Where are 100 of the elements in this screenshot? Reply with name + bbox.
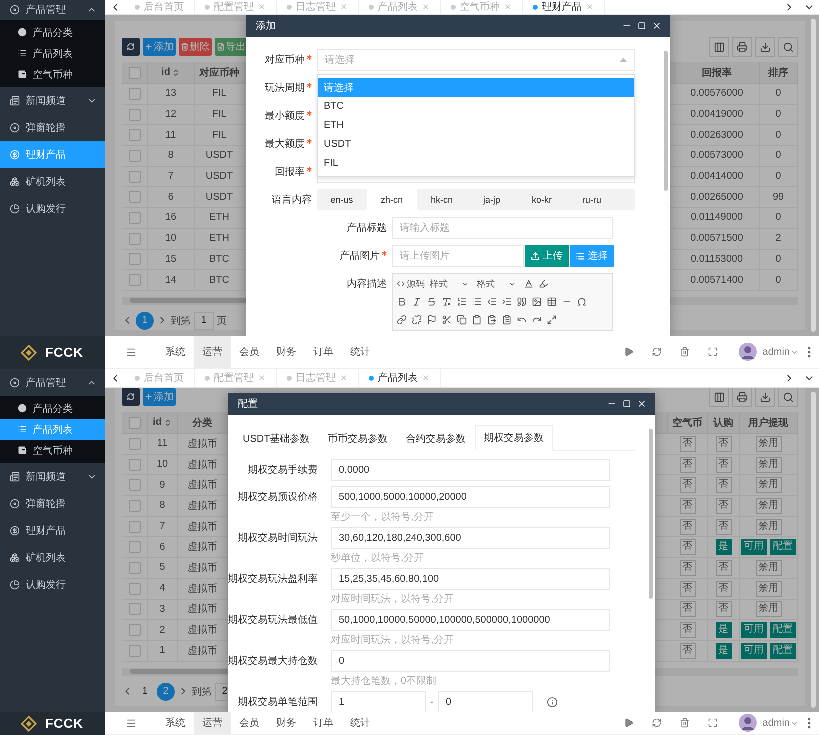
status-tag[interactable]: 否 xyxy=(680,580,696,597)
editor-tool-icon[interactable] xyxy=(487,315,497,325)
page-scrollbar[interactable] xyxy=(811,19,816,332)
editor-tool-icon[interactable] xyxy=(517,315,527,325)
status-tag[interactable]: 否 xyxy=(680,498,696,514)
nav-item[interactable]: 会员 xyxy=(231,336,268,368)
column-header[interactable]: id xyxy=(148,412,178,434)
status-tag[interactable]: 否 xyxy=(680,456,696,473)
close-icon[interactable] xyxy=(637,399,647,409)
submenu-item[interactable]: 空气币种 xyxy=(0,64,105,85)
delete-button[interactable]: 删除 xyxy=(179,38,212,56)
nav-item[interactable]: 统计 xyxy=(342,336,379,368)
status-tag[interactable]: 是 xyxy=(716,622,732,638)
page-number[interactable]: 2 xyxy=(157,682,175,701)
input-field[interactable]: 1 xyxy=(331,691,426,712)
column-header[interactable]: 用户提现 xyxy=(740,412,798,434)
sidebar-item[interactable]: 矿机列表 xyxy=(0,544,105,571)
checkbox[interactable] xyxy=(128,520,140,533)
editor-tool-icon[interactable] xyxy=(547,315,557,325)
print-button[interactable] xyxy=(732,37,752,57)
nav-item[interactable]: 会员 xyxy=(231,712,268,734)
format-select[interactable]: 格式 xyxy=(477,278,519,290)
checkbox[interactable] xyxy=(128,644,140,657)
status-tag[interactable]: 配置 xyxy=(770,622,796,638)
input-field[interactable]: 50,1000,10000,50000,100000,500000,1000000 xyxy=(331,609,610,631)
nav-item[interactable]: 运营 xyxy=(194,336,231,368)
rich-text-editor[interactable]: 源码 样式 格式 xyxy=(392,273,613,331)
status-tag[interactable]: 禁用 xyxy=(756,436,782,452)
sidebar-item[interactable]: 新闻频道 xyxy=(0,87,105,114)
editor-tool-icon[interactable] xyxy=(457,297,467,307)
export-button[interactable] xyxy=(755,37,775,57)
status-tag[interactable]: 否 xyxy=(680,601,696,618)
input-field[interactable]: 0 xyxy=(438,691,533,712)
dropdown-option[interactable]: FIL xyxy=(318,154,634,173)
nav-item[interactable]: 订单 xyxy=(305,336,342,368)
submenu-item[interactable]: 产品分类 xyxy=(0,398,105,419)
status-tag[interactable]: 否 xyxy=(716,456,732,473)
checkbox[interactable] xyxy=(128,562,140,574)
maximize-icon[interactable] xyxy=(638,22,646,30)
sidebar-item[interactable]: 新闻频道 xyxy=(0,463,105,490)
choose-button[interactable]: 选择 xyxy=(570,245,614,267)
page-tab[interactable]: 理财产品 xyxy=(523,0,605,14)
column-header[interactable]: 对应币种 xyxy=(195,62,245,84)
page-number[interactable]: 1 xyxy=(136,312,154,330)
language-tab[interactable]: ja-jp xyxy=(467,189,517,210)
menu-icon[interactable] xyxy=(126,718,136,728)
editor-tool-icon[interactable] xyxy=(502,315,512,325)
language-tab[interactable]: en-us xyxy=(317,189,367,210)
page-number[interactable]: 1 xyxy=(136,682,154,701)
status-tag[interactable]: 禁用 xyxy=(756,601,782,618)
editor-tool-icon[interactable] xyxy=(472,297,482,307)
more-icon[interactable] xyxy=(808,718,810,728)
user-name[interactable]: admin xyxy=(762,346,790,358)
checkbox[interactable] xyxy=(128,438,140,450)
status-tag[interactable]: 否 xyxy=(680,622,696,638)
status-tag[interactable]: 禁用 xyxy=(756,456,782,473)
checkbox[interactable] xyxy=(128,416,140,428)
status-tag[interactable]: 否 xyxy=(680,560,696,576)
nav-item[interactable]: 运营 xyxy=(194,712,231,734)
sidebar-item[interactable]: 弹窗轮播 xyxy=(0,114,105,141)
maximize-icon[interactable] xyxy=(623,400,631,408)
editor-tool-icon[interactable] xyxy=(532,315,542,325)
language-tab[interactable]: zh-cn xyxy=(367,189,417,210)
checkbox[interactable] xyxy=(128,500,140,512)
status-tag[interactable]: 禁用 xyxy=(756,477,782,494)
editor-tool-icon[interactable] xyxy=(487,297,497,307)
status-tag[interactable]: 禁用 xyxy=(756,498,782,514)
status-tag[interactable]: 可用 xyxy=(741,622,767,638)
status-tag[interactable]: 否 xyxy=(680,518,696,535)
editor-tool-icon[interactable] xyxy=(457,315,467,325)
submenu-item[interactable]: 产品列表 xyxy=(0,43,105,64)
nav-item[interactable]: 系统 xyxy=(157,712,194,734)
avatar[interactable] xyxy=(738,714,757,732)
column-header[interactable]: 空气币 xyxy=(668,412,708,434)
info-icon[interactable] xyxy=(547,696,558,708)
status-tag[interactable]: 配置 xyxy=(770,642,796,659)
sidebar-item[interactable]: 产品管理 xyxy=(0,0,105,20)
status-tag[interactable]: 是 xyxy=(716,642,732,659)
status-tag[interactable]: 否 xyxy=(680,539,696,556)
column-header[interactable]: 认购 xyxy=(708,412,740,434)
user-name[interactable]: admin xyxy=(762,718,790,728)
refresh-icon[interactable] xyxy=(652,718,662,728)
submenu-item[interactable]: 空气币种 xyxy=(0,440,105,461)
avatar[interactable] xyxy=(738,343,757,361)
sidebar-item[interactable]: 弹窗轮播 xyxy=(0,490,105,517)
close-icon[interactable] xyxy=(652,21,662,31)
page-scrollbar[interactable] xyxy=(811,392,816,708)
status-tag[interactable]: 否 xyxy=(716,601,732,618)
page-tab[interactable]: 产品列表 xyxy=(359,0,441,14)
sidebar-item[interactable]: 产品管理 xyxy=(0,369,105,396)
menu-icon[interactable] xyxy=(126,346,136,358)
page-tab[interactable]: 产品列表 xyxy=(359,369,441,387)
status-tag[interactable]: 否 xyxy=(680,477,696,494)
editor-tool-icon[interactable] xyxy=(427,315,437,325)
sort-icon[interactable] xyxy=(164,418,172,426)
editor-tool-icon[interactable] xyxy=(427,297,437,307)
checkbox[interactable] xyxy=(128,582,140,595)
status-tag[interactable]: 否 xyxy=(716,518,732,535)
fullscreen-icon[interactable] xyxy=(708,347,718,357)
status-tag[interactable]: 禁用 xyxy=(756,560,782,576)
